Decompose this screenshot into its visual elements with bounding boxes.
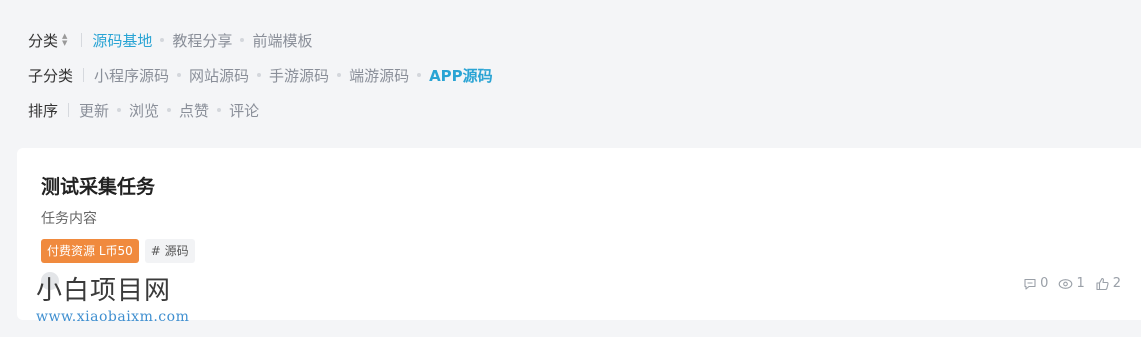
site-watermark: 小白项目网 www.xiaobaixm.com bbox=[36, 270, 189, 325]
separator-dot bbox=[217, 108, 222, 112]
filter-panel: 分类 ▲ ▼ 源码基地 教程分享 前端模板 子分类 小程序源码 网站源码 手游源码… bbox=[0, 0, 1141, 140]
separator-dot bbox=[337, 73, 342, 77]
post-description: 任务内容 bbox=[41, 211, 97, 227]
topic-tag[interactable]: # 源码 bbox=[144, 239, 195, 263]
thumbs-up-icon bbox=[1096, 277, 1109, 290]
divider bbox=[81, 33, 83, 47]
separator-dot bbox=[240, 38, 245, 42]
separator-dot bbox=[167, 108, 172, 112]
sort-option-likes[interactable]: 点赞 bbox=[179, 100, 209, 121]
subcategory-option-mobile-game[interactable]: 手游源码 bbox=[269, 65, 329, 86]
category-label: 分类 bbox=[28, 31, 59, 50]
comment-stat[interactable]: 0 bbox=[1023, 276, 1048, 291]
subcategory-option-pc-game[interactable]: 端游源码 bbox=[349, 65, 409, 86]
like-stat[interactable]: 2 bbox=[1095, 276, 1121, 291]
post-stats: 0 1 2 bbox=[1023, 276, 1121, 291]
divider bbox=[68, 103, 70, 117]
comment-count: 0 bbox=[1040, 276, 1049, 291]
sort-label: 排序 bbox=[28, 101, 59, 120]
separator-dot bbox=[160, 38, 165, 42]
category-filter-row: 分类 ▲ ▼ 源码基地 教程分享 前端模板 bbox=[28, 29, 312, 51]
post-tags: 付费资源 L币50 # 源码 bbox=[41, 239, 195, 263]
separator-dot bbox=[117, 108, 122, 112]
watermark-url: www.xiaobaixm.com bbox=[36, 309, 190, 325]
subcategory-filter-row: 子分类 小程序源码 网站源码 手游源码 端游源码 APP源码 bbox=[28, 64, 493, 86]
subcategory-option-app[interactable]: APP源码 bbox=[429, 65, 493, 86]
sort-option-updated[interactable]: 更新 bbox=[79, 100, 109, 121]
subcategory-option-miniprogram[interactable]: 小程序源码 bbox=[94, 65, 169, 86]
comment-icon bbox=[1024, 278, 1036, 290]
separator-dot bbox=[257, 73, 262, 77]
sort-option-comments[interactable]: 评论 bbox=[229, 100, 259, 121]
like-count: 2 bbox=[1112, 276, 1121, 291]
sort-filter-row: 排序 更新 浏览 点赞 评论 bbox=[28, 99, 259, 121]
paid-resource-tag[interactable]: 付费资源 L币50 bbox=[41, 239, 139, 263]
eye-icon bbox=[1059, 278, 1073, 289]
divider bbox=[83, 68, 85, 82]
category-option-tutorials[interactable]: 教程分享 bbox=[172, 30, 232, 51]
subcategory-label: 子分类 bbox=[28, 66, 74, 85]
separator-dot bbox=[177, 73, 182, 77]
view-count: 1 bbox=[1076, 276, 1085, 291]
category-option-source-base[interactable]: 源码基地 bbox=[92, 30, 152, 51]
sort-toggle-icon[interactable]: ▲ ▼ bbox=[62, 33, 67, 47]
subcategory-option-website[interactable]: 网站源码 bbox=[189, 65, 249, 86]
sort-option-views[interactable]: 浏览 bbox=[129, 100, 159, 121]
separator-dot bbox=[417, 73, 422, 77]
category-option-frontend-templates[interactable]: 前端模板 bbox=[252, 30, 312, 51]
view-stat: 1 bbox=[1058, 276, 1085, 291]
watermark-name: 小白项目网 bbox=[36, 276, 172, 306]
post-title[interactable]: 测试采集任务 bbox=[41, 172, 155, 199]
